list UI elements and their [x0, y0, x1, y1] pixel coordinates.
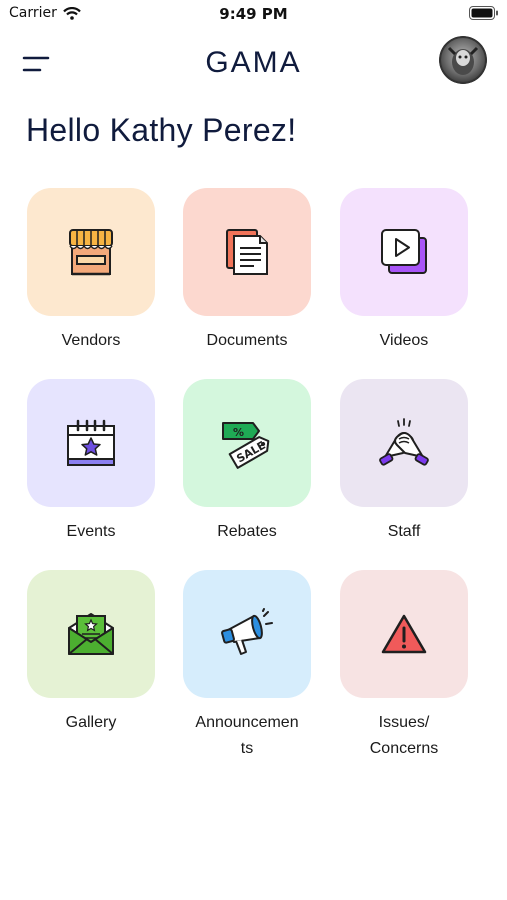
tile-staff-box [340, 379, 468, 507]
tile-staff[interactable]: Staff [324, 379, 484, 545]
sale-tag-icon: % SALE [222, 422, 270, 469]
tile-videos-label: Videos [379, 332, 429, 349]
tile-events-box [27, 379, 155, 507]
svg-text:%: % [233, 426, 244, 439]
tile-issues-concerns-box [340, 570, 468, 698]
tile-documents-label: Documents [206, 332, 288, 349]
tile-issues-concerns-label-line-2: Concerns [369, 740, 439, 757]
calendar-star-icon [67, 419, 115, 466]
tile-announcements-label-line-2: ts [240, 740, 254, 757]
handshake-icon [379, 418, 429, 466]
tile-issues-concerns-label: Issues/ Concerns [324, 710, 484, 762]
photo-envelope-icon [68, 613, 114, 655]
vendor-stall-icon [69, 229, 113, 276]
tile-gallery-label: Gallery [65, 714, 117, 731]
tile-documents-box [183, 188, 311, 316]
tile-staff-label: Staff [387, 523, 421, 540]
megaphone-icon [221, 608, 273, 655]
tile-rebates[interactable]: % SALE Rebates [167, 379, 327, 545]
documents-icon [226, 229, 268, 275]
tile-rebates-label: Rebates [217, 523, 277, 540]
tile-announcements-box [183, 570, 311, 698]
menu-grid: Vendors Documents Videos Events % SALE R… [0, 0, 507, 900]
tile-announcements[interactable]: Announcemen ts [167, 570, 327, 762]
tile-events[interactable]: Events [11, 379, 171, 545]
tile-gallery-box [27, 570, 155, 698]
tile-issues-concerns-label-line-1: Issues/ [378, 714, 430, 731]
tile-gallery[interactable]: Gallery [11, 570, 171, 736]
tile-announcements-label-line-1: Announcemen [195, 714, 299, 731]
warning-icon [381, 614, 427, 654]
tile-documents[interactable]: Documents [167, 188, 327, 354]
tile-vendors-box [27, 188, 155, 316]
tile-vendors[interactable]: Vendors [11, 188, 171, 354]
tile-vendors-label: Vendors [61, 332, 121, 349]
tile-rebates-box: % SALE [183, 379, 311, 507]
tile-events-label: Events [66, 523, 116, 540]
tile-videos-box [340, 188, 468, 316]
tile-announcements-label: Announcemen ts [167, 710, 327, 762]
tile-videos[interactable]: Videos [324, 188, 484, 354]
video-play-icon [381, 229, 427, 274]
tile-issues-concerns[interactable]: Issues/ Concerns [324, 570, 484, 762]
